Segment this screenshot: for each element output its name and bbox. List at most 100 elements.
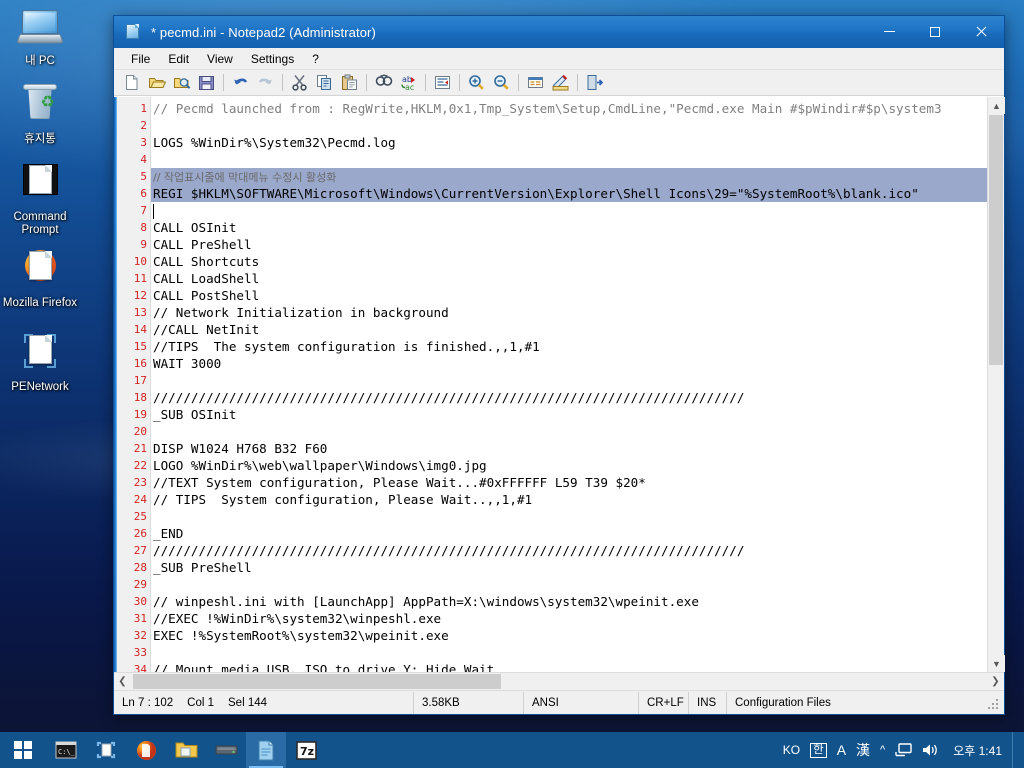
start-button[interactable] — [0, 732, 46, 768]
status-encoding[interactable]: ANSI — [524, 691, 639, 714]
code-line[interactable] — [151, 576, 1004, 593]
taskbar-firefox[interactable] — [126, 732, 166, 768]
menu-item-view[interactable]: View — [198, 50, 242, 68]
scheme-options-icon[interactable] — [548, 71, 573, 95]
cut-icon[interactable] — [287, 71, 312, 95]
code-line[interactable] — [151, 644, 1004, 661]
undo-icon[interactable] — [228, 71, 253, 95]
scheme-icon[interactable] — [523, 71, 548, 95]
vertical-scrollbar-thumb[interactable] — [989, 115, 1003, 365]
desktop-icon-command-prompt[interactable]: Command Prompt — [1, 162, 79, 237]
code-line[interactable]: CALL OSInit — [151, 219, 1004, 236]
vertical-scrollbar[interactable]: ▲ ▼ — [987, 97, 1005, 672]
desktop-icon-my-computer[interactable]: 내 PC — [1, 6, 79, 68]
code-line-text: // Pecmd launched from : RegWrite,HKLM,0… — [153, 101, 942, 116]
open-file-icon[interactable] — [144, 71, 169, 95]
tray-language-indicator[interactable]: KO — [778, 732, 805, 768]
copy-icon[interactable] — [312, 71, 337, 95]
scroll-up-icon[interactable]: ▲ — [988, 97, 1005, 114]
code-line[interactable]: ////////////////////////////////////////… — [151, 542, 1004, 559]
resize-grip-icon[interactable] — [987, 696, 1001, 710]
taskbar-penetwork[interactable] — [86, 732, 126, 768]
code-line[interactable]: ////////////////////////////////////////… — [151, 389, 1004, 406]
code-line[interactable] — [151, 151, 1004, 168]
code-line[interactable]: // TIPS System configuration, Please Wai… — [151, 491, 1004, 508]
menu-item-settings[interactable]: Settings — [242, 50, 303, 68]
scroll-down-icon[interactable]: ▼ — [988, 655, 1005, 672]
maximize-button[interactable] — [912, 16, 958, 47]
menu-item-help[interactable]: ? — [303, 50, 328, 68]
zoom-in-icon[interactable] — [464, 71, 489, 95]
notepad2-window[interactable]: * pecmd.ini - Notepad2 (Administrator) F… — [113, 15, 1005, 715]
taskbar-7zip[interactable]: 7z — [286, 732, 326, 768]
code-line[interactable]: LOGS %WinDir%\System32\Pecmd.log — [151, 134, 1004, 151]
code-line[interactable]: CALL PostShell — [151, 287, 1004, 304]
editor-text[interactable]: // Pecmd launched from : RegWrite,HKLM,0… — [151, 97, 1004, 672]
scroll-left-icon[interactable]: ❮ — [114, 673, 131, 690]
code-line[interactable]: //EXEC !%WinDir%\system32\winpeshl.exe — [151, 610, 1004, 627]
network-icon[interactable] — [890, 732, 917, 768]
code-line[interactable]: _END — [151, 525, 1004, 542]
taskbar-command-prompt[interactable]: C:\_ — [46, 732, 86, 768]
tray-ime-mode[interactable]: 한 — [805, 732, 832, 768]
taskbar-explorer[interactable] — [166, 732, 206, 768]
code-line[interactable] — [151, 202, 1004, 219]
save-file-icon[interactable] — [194, 71, 219, 95]
find-icon[interactable] — [371, 71, 396, 95]
code-line[interactable]: LOGO %WinDir%\web\wallpaper\Windows\img0… — [151, 457, 1004, 474]
close-button[interactable] — [958, 16, 1004, 47]
code-line[interactable] — [151, 508, 1004, 525]
minimize-button[interactable] — [866, 16, 912, 47]
code-line[interactable]: //TEXT System configuration, Please Wait… — [151, 474, 1004, 491]
menu-item-file[interactable]: File — [122, 50, 159, 68]
block-indent-icon[interactable] — [430, 71, 455, 95]
code-line[interactable]: // Mount media USB, ISO to drive Y: Hide… — [151, 661, 1004, 672]
code-line[interactable]: _SUB PreShell — [151, 559, 1004, 576]
desktop-icon-penetwork[interactable]: PENetwork — [1, 332, 79, 394]
code-line[interactable]: DISP W1024 H768 B32 F60 — [151, 440, 1004, 457]
zoom-out-icon[interactable] — [489, 71, 514, 95]
code-line[interactable]: CALL PreShell — [151, 236, 1004, 253]
horizontal-scrollbar-thumb[interactable] — [133, 674, 501, 689]
replace-icon[interactable]: ab ac — [396, 71, 421, 95]
paste-icon[interactable] — [337, 71, 362, 95]
clock[interactable]: 오후 1:41 — [945, 732, 1012, 768]
code-line[interactable]: // winpeshl.ini with [LaunchApp] AppPath… — [151, 593, 1004, 610]
code-line[interactable]: _SUB OSInit — [151, 406, 1004, 423]
code-line[interactable]: // Pecmd launched from : RegWrite,HKLM,0… — [151, 100, 1004, 117]
redo-icon[interactable] — [253, 71, 278, 95]
browse-file-icon[interactable] — [169, 71, 194, 95]
code-line[interactable]: // Network Initialization in background — [151, 304, 1004, 321]
code-line[interactable]: CALL Shortcuts — [151, 253, 1004, 270]
desktop-icon-firefox[interactable]: Mozilla Firefox — [1, 248, 79, 310]
editor-area[interactable]: 1 2 3 4 5 6 7 8 9 10 11 12 13 14 15 16 17 18 19 20 21 22 23 24 2… — [114, 96, 1005, 672]
code-line[interactable]: CALL LoadShell — [151, 270, 1004, 287]
menu-item-edit[interactable]: Edit — [159, 50, 198, 68]
desktop-icon-recycle-bin[interactable]: 휴지통 — [1, 84, 79, 146]
status-scheme[interactable]: Configuration Files — [727, 692, 987, 714]
taskbar-notepad2[interactable] — [246, 732, 286, 768]
code-line[interactable]: // 작업표시줄에 막대메뉴 수정시 활성화 — [151, 168, 1004, 185]
code-line[interactable]: EXEC !%SystemRoot%\system32\wpeinit.exe — [151, 627, 1004, 644]
exit-icon[interactable] — [582, 71, 607, 95]
volume-icon[interactable] — [917, 732, 945, 768]
tray-ime-hanja[interactable]: 漢 — [851, 732, 875, 768]
code-line[interactable] — [151, 423, 1004, 440]
window-title-bar[interactable]: * pecmd.ini - Notepad2 (Administrator) — [114, 16, 1004, 48]
code-line[interactable]: //CALL NetInit — [151, 321, 1004, 338]
status-insert-mode[interactable]: INS — [689, 691, 727, 714]
code-line[interactable]: //TIPS The system configuration is finis… — [151, 338, 1004, 355]
status-line-ending[interactable]: CR+LF — [639, 691, 689, 714]
taskbar[interactable]: C:\_ 7z KO 한 A 漢 ^ 오후 1:41 — [0, 732, 1024, 768]
tray-ime-alpha[interactable]: A — [832, 732, 851, 768]
code-line[interactable]: WAIT 3000 — [151, 355, 1004, 372]
code-line[interactable] — [151, 117, 1004, 134]
new-file-icon[interactable] — [119, 71, 144, 95]
code-line[interactable]: REGI $HKLM\SOFTWARE\Microsoft\Windows\Cu… — [151, 185, 1004, 202]
taskbar-drive[interactable] — [206, 732, 246, 768]
horizontal-scrollbar[interactable]: ❮ ❯ — [114, 672, 1004, 690]
chevron-up-icon[interactable]: ^ — [875, 732, 890, 768]
code-line[interactable] — [151, 372, 1004, 389]
show-desktop-button[interactable] — [1012, 732, 1018, 768]
scroll-right-icon[interactable]: ❯ — [987, 673, 1004, 690]
